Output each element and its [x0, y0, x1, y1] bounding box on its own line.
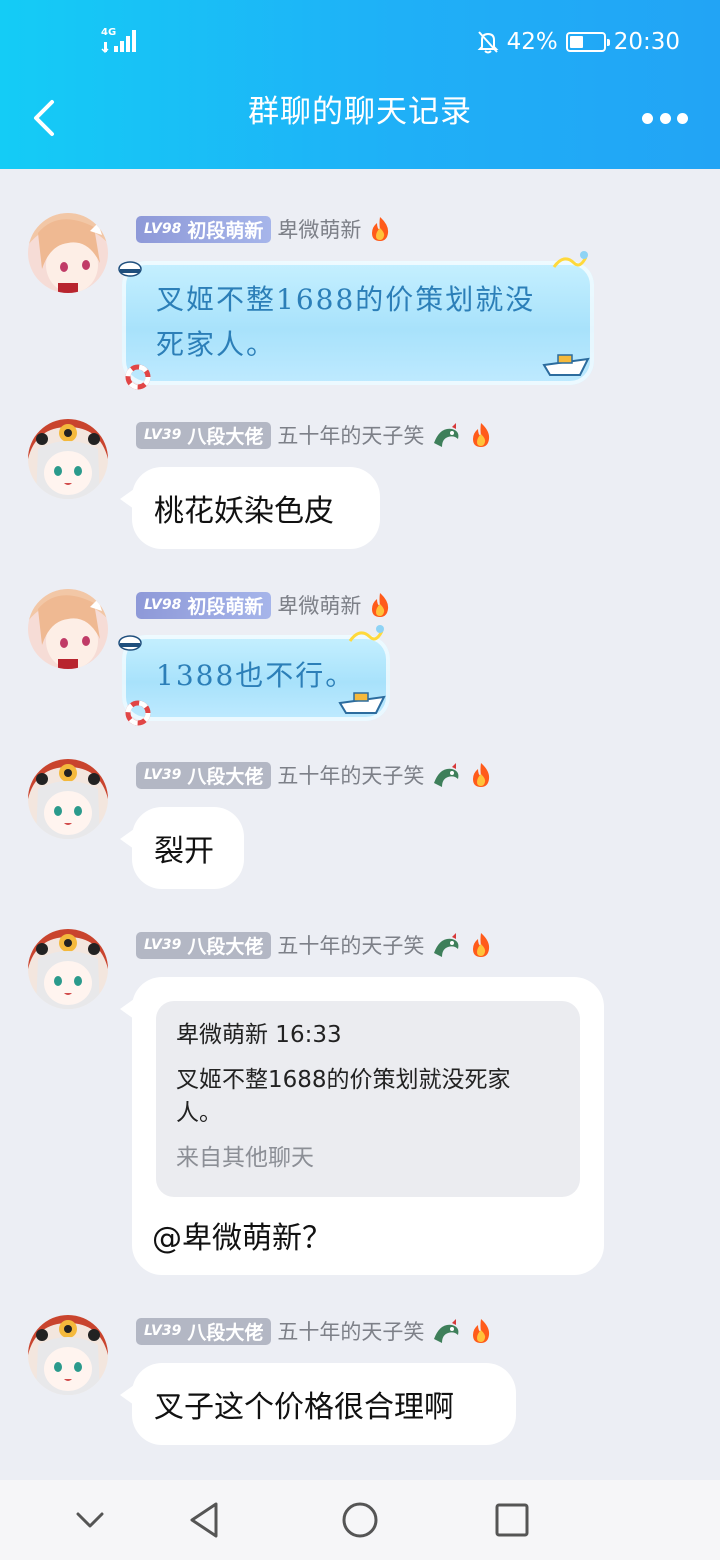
- boat-icon: [338, 692, 386, 714]
- sender-name[interactable]: 五十年的天子笑: [277, 420, 424, 450]
- avatar-girl-red-hat-icon: [28, 759, 108, 839]
- fancy-message-bubble[interactable]: 1388也不行。: [118, 625, 390, 726]
- lifebuoy-icon: [125, 700, 151, 726]
- fire-icon: [473, 933, 490, 957]
- battery-level: [569, 36, 584, 48]
- avatar[interactable]: [28, 1315, 108, 1395]
- dot-icon: [642, 112, 653, 124]
- mute-bell-icon: [477, 31, 498, 54]
- dragon-icon: [434, 933, 459, 957]
- message-item: LV98 初段萌新 卑微萌新 1388也不行。: [0, 589, 720, 729]
- level-badge: LV39 八段大佬: [136, 931, 272, 959]
- sailor-hat-icon: [118, 261, 142, 277]
- avatar[interactable]: [28, 213, 108, 293]
- fire-icon: [372, 217, 389, 241]
- avatar-girl-red-hat-icon: [28, 419, 108, 499]
- message-meta: LV39 八段大佬 五十年的天子笑: [136, 1317, 494, 1345]
- message-text: 叉子这个价格很合理啊: [154, 1390, 454, 1425]
- message-item: LV39 八段大佬 五十年的天子笑 裂开: [0, 759, 720, 899]
- level-badge: LV39 八段大佬: [136, 1317, 272, 1345]
- boat-icon: [542, 354, 590, 376]
- chat-history[interactable]: LV98 初段萌新 卑微萌新 叉姬不整1688的价策划就没 死家人。 LV39 …: [0, 169, 720, 1480]
- message-item: LV39 八段大佬 五十年的天子笑 桃花妖染色皮: [0, 419, 720, 559]
- message-meta: LV39 八段大佬 五十年的天子笑: [136, 931, 494, 959]
- page-title: 群聊的聊天记录: [248, 94, 472, 130]
- dragon-icon: [434, 763, 459, 787]
- quote-source: 来自其他聊天: [176, 1145, 314, 1171]
- avatar-girl-red-hat-icon: [28, 1315, 108, 1395]
- avatar[interactable]: [28, 589, 108, 669]
- level-badge: LV98 初段萌新: [136, 591, 272, 619]
- quoted-message[interactable]: 卑微萌新 16:33 叉姬不整1688的价策划就没死家 人。 来自其他聊天: [156, 1001, 580, 1197]
- fire-icon: [372, 593, 389, 617]
- wave-icon: [552, 251, 588, 268]
- quote-text-line: 人。: [176, 1100, 222, 1126]
- signal-icon: [101, 30, 136, 54]
- message-bubble[interactable]: 裂开: [120, 807, 244, 889]
- battery-percent: 42%: [506, 29, 558, 55]
- chevron-down-icon[interactable]: [68, 1500, 112, 1540]
- level-badge: LV39 八段大佬: [136, 761, 272, 789]
- message-meta: LV98 初段萌新 卑微萌新: [136, 591, 393, 619]
- more-options-button[interactable]: [642, 110, 688, 126]
- app-header: 4G 42% 20:30 群聊的聊天记录: [0, 0, 720, 169]
- status-right: 42% 20:30: [477, 26, 680, 58]
- avatar[interactable]: [28, 929, 108, 1009]
- avatar-girl-red-hat-icon: [28, 929, 108, 1009]
- avatar-girl-pink-icon: [28, 589, 108, 669]
- avatar[interactable]: [28, 759, 108, 839]
- message-text: 叉姬不整1688的价策划就没 死家人。: [156, 283, 536, 361]
- system-nav-bar: [0, 1480, 720, 1560]
- quote-header: 卑微萌新 16:33: [176, 1022, 342, 1048]
- message-item: LV98 初段萌新 卑微萌新 叉姬不整1688的价策划就没 死家人。: [0, 213, 720, 393]
- message-text: @卑微萌新？: [152, 1221, 332, 1256]
- fire-icon: [473, 1319, 490, 1343]
- message-meta: LV39 八段大佬 五十年的天子笑: [136, 421, 494, 449]
- level-badge: LV98 初段萌新: [136, 215, 272, 243]
- message-item: LV39 八段大佬 五十年的天子笑 卑微萌新 16:33 叉姬不整1688的价策…: [0, 929, 720, 1279]
- wave-icon: [348, 625, 384, 642]
- sailor-hat-icon: [118, 635, 142, 651]
- back-triangle-icon[interactable]: [184, 1500, 228, 1540]
- level-badge: LV39 八段大佬: [136, 421, 272, 449]
- fancy-message-bubble[interactable]: 叉姬不整1688的价策划就没 死家人。: [118, 251, 594, 390]
- status-bar: 4G 42% 20:30: [0, 0, 720, 80]
- dragon-icon: [434, 423, 459, 447]
- avatar[interactable]: [28, 419, 108, 499]
- dot-icon: [677, 112, 688, 124]
- dragon-icon: [434, 1319, 459, 1343]
- sender-name[interactable]: 卑微萌新: [277, 214, 361, 244]
- message-text: 桃花妖染色皮: [154, 494, 334, 529]
- fire-icon: [473, 763, 490, 787]
- message-text: 裂开: [154, 834, 214, 869]
- sender-name[interactable]: 五十年的天子笑: [277, 1316, 424, 1346]
- clock: 20:30: [613, 29, 680, 55]
- message-meta: LV98 初段萌新 卑微萌新: [136, 215, 393, 243]
- recent-square-icon[interactable]: [490, 1500, 534, 1540]
- home-circle-icon[interactable]: [338, 1500, 382, 1540]
- quote-text-line: 叉姬不整1688的价策划就没死家: [176, 1067, 511, 1093]
- reply-message-bubble[interactable]: 卑微萌新 16:33 叉姬不整1688的价策划就没死家 人。 来自其他聊天 @卑…: [120, 977, 604, 1275]
- fire-icon: [473, 423, 490, 447]
- sender-name[interactable]: 卑微萌新: [277, 590, 361, 620]
- dot-icon: [659, 112, 671, 124]
- lifebuoy-icon: [125, 364, 151, 390]
- message-meta: LV39 八段大佬 五十年的天子笑: [136, 761, 494, 789]
- avatar-girl-pink-icon: [28, 213, 108, 293]
- sender-name[interactable]: 五十年的天子笑: [277, 760, 424, 790]
- message-text: 1388也不行。: [156, 659, 356, 692]
- message-item: LV39 八段大佬 五十年的天子笑 叉子这个价格很合理啊: [0, 1315, 720, 1455]
- sender-name[interactable]: 五十年的天子笑: [277, 930, 424, 960]
- message-bubble[interactable]: 桃花妖染色皮: [120, 467, 380, 549]
- message-bubble[interactable]: 叉子这个价格很合理啊: [120, 1363, 516, 1445]
- battery-icon: [565, 32, 610, 52]
